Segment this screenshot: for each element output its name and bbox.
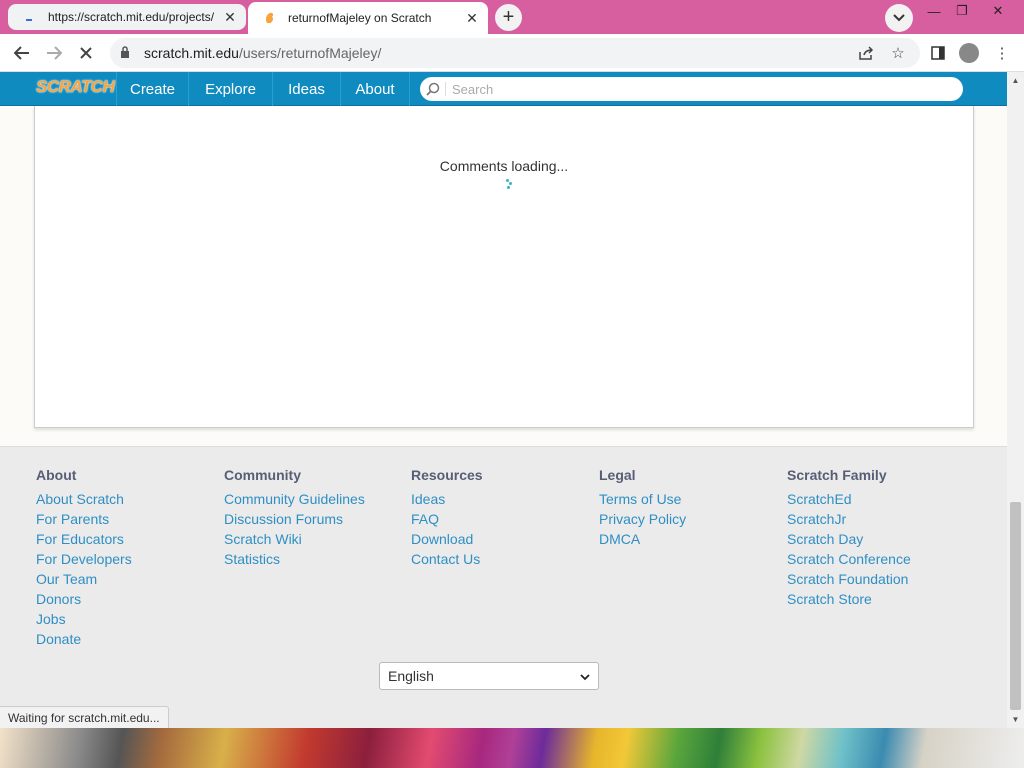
- restore-window-icon[interactable]: ❐: [946, 0, 978, 22]
- language-select[interactable]: English: [379, 662, 599, 690]
- footer-link[interactable]: Contact Us: [411, 551, 483, 571]
- footer-link[interactable]: Discussion Forums: [224, 511, 365, 531]
- footer-link[interactable]: Terms of Use: [599, 491, 686, 511]
- tab-user-profile[interactable]: returnofMajeley on Scratch ✕: [248, 2, 488, 34]
- nav-create[interactable]: Create: [116, 72, 188, 106]
- url-host: scratch.mit.edu: [144, 45, 239, 61]
- footer-heading: About: [36, 467, 77, 483]
- footer-column-about: About About Scratch For Parents For Educ…: [36, 467, 132, 651]
- loading-spinner-icon: [503, 179, 513, 191]
- tab-projects[interactable]: https://scratch.mit.edu/projects/ ✕: [8, 4, 246, 30]
- footer-heading: Scratch Family: [787, 467, 887, 483]
- tab-search-chevron-icon[interactable]: [885, 4, 913, 32]
- lock-icon: [120, 45, 134, 61]
- chevron-down-icon: [580, 668, 590, 684]
- side-panel-icon[interactable]: [926, 41, 950, 65]
- share-icon[interactable]: [854, 41, 878, 65]
- footer-heading: Legal: [599, 467, 636, 483]
- footer-link[interactable]: Privacy Policy: [599, 511, 686, 531]
- footer-link[interactable]: ScratchJr: [787, 511, 911, 531]
- scrollbar-thumb[interactable]: [1010, 502, 1021, 710]
- stop-loading-icon[interactable]: [74, 41, 98, 65]
- tab-title: https://scratch.mit.edu/projects/: [48, 10, 215, 24]
- desktop-wallpaper: [0, 728, 1024, 768]
- language-selected-value: English: [388, 668, 434, 684]
- footer-heading: Resources: [411, 467, 483, 483]
- scratch-favicon-icon: [262, 10, 278, 26]
- profile-avatar-icon[interactable]: [957, 41, 981, 65]
- nav-explore[interactable]: Explore: [188, 72, 272, 106]
- page-loading-icon: [22, 9, 38, 25]
- footer-link[interactable]: Scratch Wiki: [224, 531, 365, 551]
- footer-link[interactable]: Scratch Conference: [787, 551, 911, 571]
- tab-title: returnofMajeley on Scratch: [288, 11, 432, 25]
- footer-link[interactable]: Download: [411, 531, 483, 551]
- nav-about[interactable]: About: [340, 72, 410, 106]
- footer-column-scratch-family: Scratch Family ScratchEd ScratchJr Scrat…: [787, 467, 911, 611]
- footer-column-legal: Legal Terms of Use Privacy Policy DMCA: [599, 467, 686, 551]
- close-tab-icon[interactable]: ✕: [220, 7, 240, 27]
- footer-link[interactable]: Scratch Foundation: [787, 571, 911, 591]
- footer-link[interactable]: DMCA: [599, 531, 686, 551]
- url-path: /users/returnofMajeley/: [238, 45, 382, 61]
- footer-column-community: Community Community Guidelines Discussio…: [224, 467, 365, 571]
- footer-link[interactable]: Scratch Day: [787, 531, 911, 551]
- footer-column-resources: Resources Ideas FAQ Download Contact Us: [411, 467, 483, 571]
- footer-link[interactable]: ScratchEd: [787, 491, 911, 511]
- scratch-logo[interactable]: SCRATCH: [36, 77, 115, 97]
- search-placeholder: Search: [452, 81, 494, 97]
- footer-link[interactable]: Statistics: [224, 551, 365, 571]
- nav-ideas[interactable]: Ideas: [272, 72, 340, 106]
- footer-link[interactable]: About Scratch: [36, 491, 132, 511]
- back-arrow-icon[interactable]: [10, 41, 34, 65]
- browser-toolbar: scratch.mit.edu/users/returnofMajeley/ ☆…: [0, 34, 1024, 72]
- menu-kebab-icon[interactable]: ⋮: [990, 41, 1014, 65]
- footer-link[interactable]: Donate: [36, 631, 132, 651]
- scratch-navbar: SCRATCH Create Explore Ideas About Searc…: [0, 72, 1007, 106]
- forward-arrow-icon[interactable]: [42, 41, 66, 65]
- footer-link[interactable]: Ideas: [411, 491, 483, 511]
- footer-link[interactable]: Donors: [36, 591, 132, 611]
- footer-link[interactable]: Jobs: [36, 611, 132, 631]
- footer-link[interactable]: Scratch Store: [787, 591, 911, 611]
- address-bar[interactable]: scratch.mit.edu/users/returnofMajeley/ ☆: [110, 38, 920, 68]
- new-tab-button[interactable]: +: [495, 4, 522, 31]
- page-scrollbar[interactable]: ▲ ▼: [1007, 72, 1024, 728]
- url-text: scratch.mit.edu/users/returnofMajeley/: [144, 45, 381, 61]
- close-tab-icon[interactable]: ✕: [462, 8, 482, 28]
- close-window-icon[interactable]: ✕: [982, 0, 1014, 22]
- comments-panel: Comments loading...: [34, 106, 974, 428]
- search-input[interactable]: Search: [420, 77, 963, 101]
- footer-link[interactable]: For Parents: [36, 511, 132, 531]
- site-footer: About About Scratch For Parents For Educ…: [0, 446, 1007, 728]
- bookmark-star-icon[interactable]: ☆: [886, 41, 910, 65]
- footer-link[interactable]: Our Team: [36, 571, 132, 591]
- comments-loading-text: Comments loading...: [439, 158, 569, 174]
- footer-heading: Community: [224, 467, 301, 483]
- scroll-up-arrow-icon[interactable]: ▲: [1007, 72, 1024, 89]
- scroll-down-arrow-icon[interactable]: ▼: [1007, 711, 1024, 728]
- status-bar: Waiting for scratch.mit.edu...: [0, 706, 169, 728]
- page-content: Comments loading... About About Scratch …: [0, 106, 1007, 728]
- footer-link[interactable]: FAQ: [411, 511, 483, 531]
- footer-link[interactable]: For Educators: [36, 531, 132, 551]
- footer-link[interactable]: For Developers: [36, 551, 132, 571]
- browser-titlebar: https://scratch.mit.edu/projects/ ✕ retu…: [0, 0, 1024, 34]
- footer-link[interactable]: Community Guidelines: [224, 491, 365, 511]
- search-icon: [420, 82, 446, 96]
